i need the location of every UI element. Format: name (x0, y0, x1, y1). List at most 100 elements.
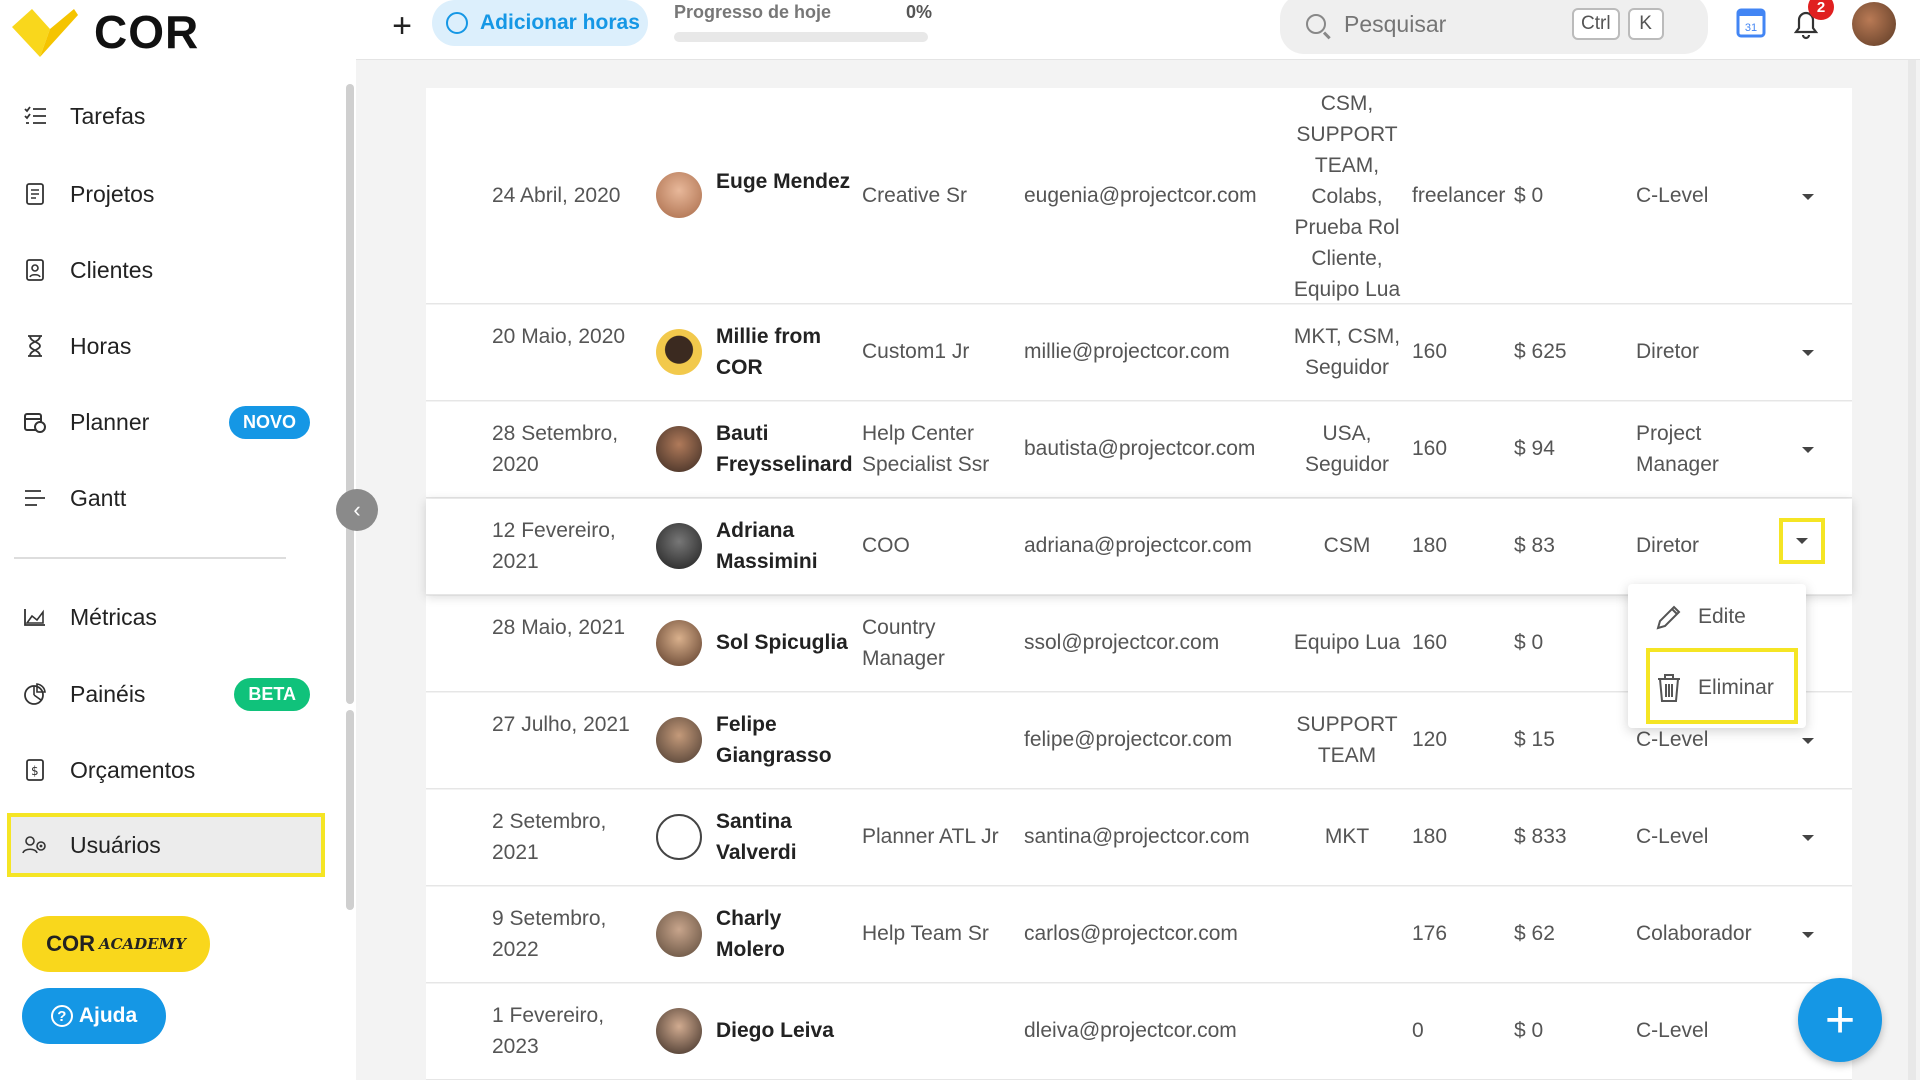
user-level: C-Level (1636, 184, 1709, 207)
row-actions-dropdown-button[interactable] (1779, 518, 1825, 564)
sidebar-item-label: Usuários (70, 831, 161, 858)
sidebar-item-horas[interactable]: Horas (20, 318, 320, 374)
user-cost: $ 83 (1514, 534, 1555, 557)
sidebar-scrollbar-track (346, 710, 354, 910)
sidebar-divider (14, 557, 286, 559)
add-user-fab-button[interactable]: + (1798, 978, 1882, 1062)
sidebar-item-gantt[interactable]: Gantt (20, 470, 320, 526)
sidebar-item-label: Gantt (70, 484, 127, 511)
new-badge: NOVO (228, 405, 310, 439)
calendar-day: 31 (1745, 22, 1757, 34)
user-email: felipe@projectcor.com (1024, 728, 1233, 751)
user-email: eugenia@projectcor.com (1024, 184, 1257, 207)
user-name[interactable]: Diego Leiva (716, 1015, 856, 1046)
stopwatch-icon (446, 12, 468, 34)
user-level: Diretor (1636, 340, 1700, 363)
user-role: Help Team Sr (862, 922, 989, 945)
user-hours: 180 (1412, 825, 1448, 848)
sidebar-item-label: Projetos (70, 180, 155, 207)
user-name[interactable]: Santina Valverdi (716, 806, 856, 868)
table-row[interactable]: 2 Setembro, 2021 Santina Valverdi Planne… (426, 790, 1852, 886)
avatar (656, 717, 702, 763)
chevron-down-icon[interactable] (1798, 439, 1818, 459)
document-icon (20, 179, 50, 209)
user-teams: USA, Seguidor (1304, 422, 1390, 476)
progress-percent: 0% (906, 2, 933, 22)
sidebar-item-label: Orçamentos (70, 756, 196, 783)
add-hours-button[interactable]: Adicionar horas (432, 0, 648, 46)
user-email: dleiva@projectcor.com (1024, 1019, 1237, 1042)
academy-script-label: ACADEMY (98, 935, 186, 953)
user-cost: $ 62 (1514, 922, 1555, 945)
table-row[interactable]: 28 Setembro, 2020 Bauti Freysselinard He… (426, 402, 1852, 498)
avatar (656, 1008, 702, 1054)
area-chart-icon (20, 602, 50, 632)
user-hours: freelancer (1412, 184, 1506, 207)
table-row-selected[interactable]: 12 Fevereiro, 2021 Adriana Massimini COO… (426, 499, 1852, 595)
google-calendar-icon[interactable]: 31 (1736, 8, 1766, 38)
chevron-down-icon[interactable] (1798, 342, 1818, 362)
sidebar-item-metricas[interactable]: Métricas (20, 589, 320, 645)
collapse-sidebar-button[interactable]: ‹ (336, 489, 378, 531)
chevron-down-icon[interactable] (1798, 827, 1818, 847)
user-email: millie@projectcor.com (1024, 340, 1230, 363)
sidebar-item-label: Clientes (70, 256, 154, 283)
calendar-clock-icon (20, 407, 50, 437)
table-row[interactable]: 9 Setembro, 2022 Charly Molero Help Team… (426, 887, 1852, 983)
user-name[interactable]: Charly Molero (716, 903, 856, 965)
plus-icon[interactable]: + (382, 6, 422, 46)
user-name[interactable]: Bauti Freysselinard (716, 418, 856, 480)
user-email: ssol@projectcor.com (1024, 631, 1220, 654)
shortcut-ctrl-key: Ctrl (1572, 8, 1620, 40)
chevron-down-icon[interactable] (1798, 186, 1818, 206)
sidebar-item-usuarios[interactable]: Usuários (20, 817, 320, 873)
user-teams: MKT, CSM, Seguidor (1293, 325, 1401, 379)
avatar (656, 620, 702, 666)
progress-bar (674, 32, 928, 42)
user-hours: 180 (1412, 534, 1448, 557)
cor-academy-button[interactable]: COR ACADEMY (22, 916, 210, 972)
user-cost: $ 15 (1514, 728, 1555, 751)
user-role: Country Manager (862, 616, 945, 670)
sidebar-item-clientes[interactable]: Clientes (20, 242, 320, 298)
user-name[interactable]: Sol Spicuglia (716, 627, 856, 658)
user-name[interactable]: Adriana Massimini (716, 515, 856, 577)
sidebar-item-projetos[interactable]: Projetos (20, 166, 320, 222)
sidebar-item-tarefas[interactable]: Tarefas (20, 88, 320, 144)
avatar (656, 426, 702, 472)
table-row[interactable]: 24 Abril, 2020 Euge Mendez Creative Sr e… (426, 88, 1852, 304)
sidebar-item-planner[interactable]: Planner NOVO (20, 394, 320, 450)
user-name[interactable]: Euge Mendez (716, 166, 856, 197)
user-level: Project Manager (1636, 422, 1719, 476)
user-role: Custom1 Jr (862, 340, 970, 363)
user-hours: 160 (1412, 631, 1448, 654)
user-cost: $ 94 (1514, 437, 1555, 460)
sidebar: COR Tarefas Projetos Clientes Horas Plan… (0, 0, 356, 1080)
user-avatar[interactable] (1852, 2, 1896, 46)
user-hours: 160 (1412, 340, 1448, 363)
cor-logo[interactable]: COR (10, 2, 199, 62)
user-role: Help Center Specialist Ssr (862, 422, 990, 476)
user-cost: $ 625 (1514, 340, 1567, 363)
user-email: adriana@projectcor.com (1024, 534, 1252, 557)
edit-menu-item[interactable]: Edite (1654, 602, 1746, 632)
sidebar-item-label: Tarefas (70, 102, 146, 129)
page-scrollbar[interactable] (1908, 60, 1916, 1080)
sidebar-item-orcamentos[interactable]: $ Orçamentos (20, 742, 320, 798)
task-list-icon (20, 101, 50, 131)
help-button[interactable]: ? Ajuda (22, 988, 166, 1044)
chevron-down-icon[interactable] (1798, 924, 1818, 944)
delete-menu-item[interactable]: Eliminar (1654, 672, 1774, 704)
search-box[interactable]: Ctrl K (1280, 0, 1708, 54)
chevron-down-icon[interactable] (1798, 730, 1818, 750)
user-level: C-Level (1636, 1019, 1709, 1042)
user-name[interactable]: Felipe Giangrasso (716, 709, 856, 771)
table-row[interactable]: 20 Maio, 2020 Millie from COR Custom1 Jr… (426, 305, 1852, 401)
user-name[interactable]: Millie from COR (716, 321, 856, 383)
sidebar-item-paineis[interactable]: Painéis BETA (20, 666, 320, 722)
notification-count-badge: 2 (1808, 0, 1834, 20)
users-gear-icon (20, 830, 50, 860)
table-row[interactable]: 1 Fevereiro, 2023 Diego Leiva dleiva@pro… (426, 984, 1852, 1080)
sidebar-scrollbar[interactable] (346, 84, 354, 704)
search-input[interactable] (1344, 10, 1564, 38)
